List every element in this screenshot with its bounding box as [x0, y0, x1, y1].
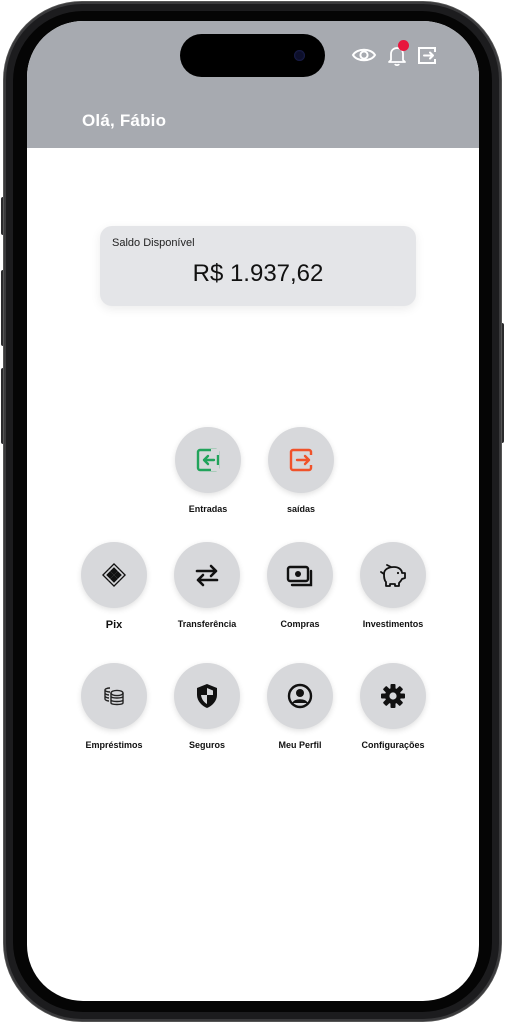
- balance-value: R$ 1.937,62: [192, 260, 324, 287]
- eye-icon[interactable]: [351, 43, 377, 67]
- login-icon: [196, 448, 220, 472]
- entradas-action[interactable]: Entradas: [163, 427, 253, 514]
- transfer-arrows-icon: [195, 564, 219, 587]
- gear-icon: [381, 684, 405, 708]
- emprestimos-button[interactable]: [81, 663, 147, 729]
- compras-label: Compras: [280, 619, 320, 629]
- transferencia-action[interactable]: Transferência: [162, 542, 252, 629]
- user-circle-icon: [287, 683, 313, 709]
- configuracoes-label: Configurações: [361, 740, 425, 750]
- money-icon: [286, 565, 313, 587]
- transferencia-label: Transferência: [177, 619, 237, 629]
- seguros-action[interactable]: Seguros: [162, 663, 252, 750]
- dynamic-island: [180, 34, 325, 77]
- perfil-action[interactable]: Meu Perfil: [255, 663, 345, 750]
- logout-icon: [289, 448, 313, 472]
- notification-badge: [398, 40, 409, 51]
- pix-action[interactable]: Pix: [69, 542, 159, 631]
- compras-button[interactable]: [267, 542, 333, 608]
- transferencia-button[interactable]: [174, 542, 240, 608]
- seguros-button[interactable]: [174, 663, 240, 729]
- piggy-bank-icon: [380, 564, 406, 587]
- investimentos-action[interactable]: Investimentos: [348, 542, 438, 629]
- compras-action[interactable]: Compras: [255, 542, 345, 629]
- seguros-label: Seguros: [188, 740, 225, 750]
- pix-button[interactable]: [81, 542, 147, 608]
- pix-icon: [102, 563, 126, 587]
- balance-card: Saldo Disponível R$ 1.937,62: [100, 226, 416, 306]
- balance-label: Saldo Disponível: [112, 237, 195, 249]
- configuracoes-action[interactable]: Configurações: [348, 663, 438, 750]
- perfil-label: Meu Perfil: [278, 740, 322, 750]
- entradas-button[interactable]: [175, 427, 241, 493]
- front-camera: [294, 50, 305, 61]
- saidas-button[interactable]: [268, 427, 334, 493]
- emprestimos-label: Empréstimos: [85, 740, 143, 750]
- app-screen: Olá, Fábio Saldo Disponível R$ 1.937,62 …: [27, 21, 479, 1001]
- investimentos-button[interactable]: [360, 542, 426, 608]
- emprestimos-action[interactable]: Empréstimos: [69, 663, 159, 750]
- configuracoes-button[interactable]: [360, 663, 426, 729]
- entradas-label: Entradas: [188, 504, 228, 514]
- saidas-label: saídas: [286, 504, 316, 514]
- perfil-button[interactable]: [267, 663, 333, 729]
- shield-icon: [197, 684, 217, 708]
- pix-label: Pix: [105, 619, 123, 631]
- bell-icon[interactable]: [385, 40, 409, 67]
- device-mockup: Olá, Fábio Saldo Disponível R$ 1.937,62 …: [0, 0, 505, 1023]
- coins-icon: [104, 687, 124, 706]
- logout-icon[interactable]: [415, 43, 441, 67]
- greeting-text: Olá, Fábio: [82, 111, 167, 130]
- investimentos-label: Investimentos: [362, 619, 424, 629]
- saidas-action[interactable]: saídas: [256, 427, 346, 514]
